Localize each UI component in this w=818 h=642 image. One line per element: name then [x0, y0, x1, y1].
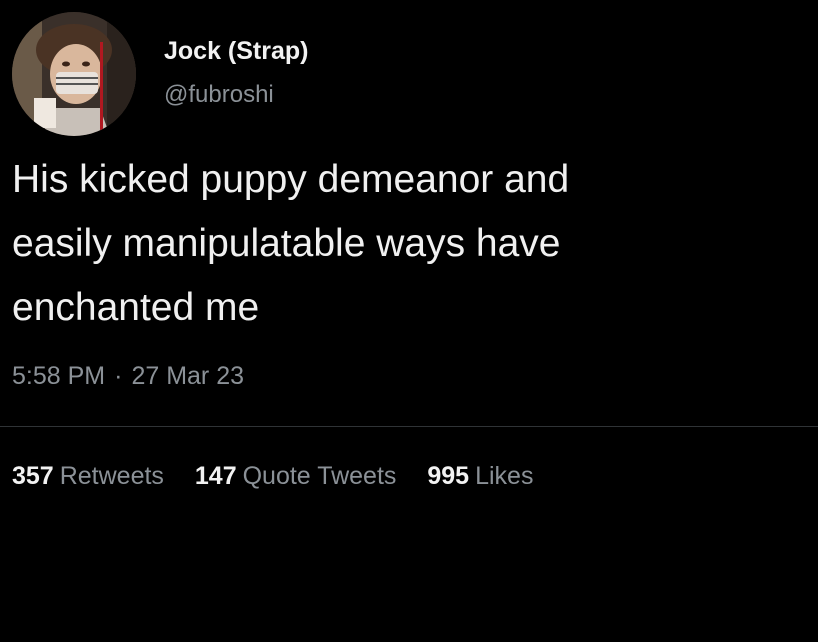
tweet-header: Jock (Strap) @fubroshi [12, 12, 792, 136]
tweet-text-line: His kicked puppy demeanor and [12, 158, 570, 201]
retweets-count: 357 [12, 462, 54, 490]
retweets-label: Retweets [59, 462, 164, 490]
quote-tweets-label: Quote Tweets [242, 462, 397, 490]
user-handle[interactable]: @fubroshi [164, 80, 308, 110]
tweet-text-line: enchanted me [12, 286, 260, 329]
quote-tweets-stat[interactable]: 147 Quote Tweets [195, 461, 397, 491]
tweet-text-line: easily manipulatable ways have [12, 222, 561, 265]
engagement-stats: 357 Retweets 147 Quote Tweets 995 Likes [12, 461, 557, 491]
likes-label: Likes [475, 462, 534, 490]
divider [0, 426, 818, 427]
tweet-date: 27 Mar 23 [131, 362, 244, 390]
likes-stat[interactable]: 995 Likes [427, 461, 533, 491]
display-name[interactable]: Jock (Strap) [164, 36, 308, 66]
timestamp-separator: · [114, 362, 123, 390]
tweet-card: Jock (Strap) @fubroshi His kicked puppy … [0, 0, 818, 642]
avatar[interactable] [12, 12, 136, 136]
tweet-text: His kicked puppy demeanor and easily man… [12, 148, 802, 340]
tweet-timestamp[interactable]: 5:58 PM · 27 Mar 23 [12, 361, 244, 391]
profile-avatar-icon [12, 12, 136, 136]
retweets-stat[interactable]: 357 Retweets [12, 461, 164, 491]
quote-tweets-count: 147 [194, 462, 237, 490]
likes-count: 995 [427, 462, 470, 490]
author-names: Jock (Strap) @fubroshi [164, 36, 308, 110]
tweet-time: 5:58 PM [12, 362, 106, 390]
